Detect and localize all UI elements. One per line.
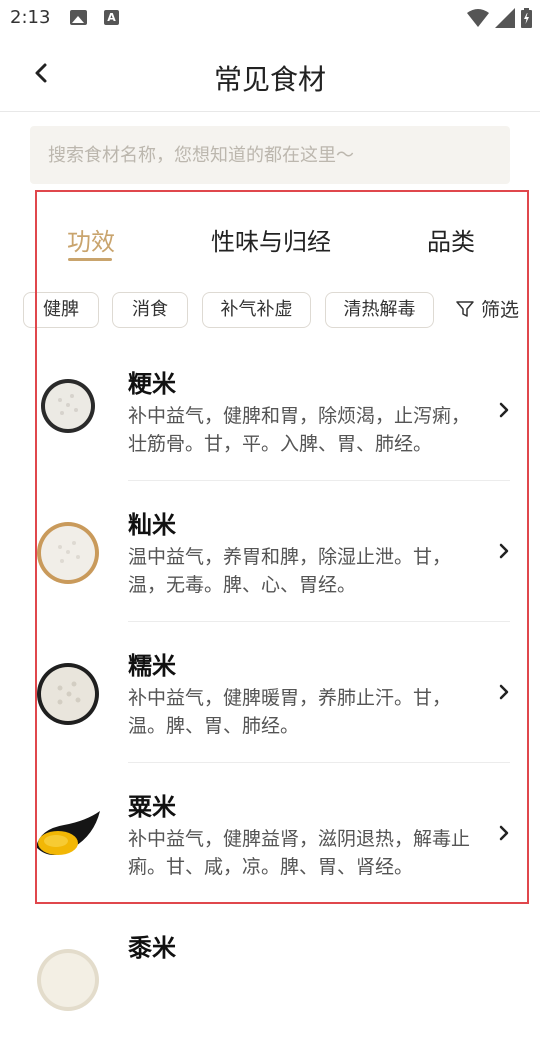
list-item[interactable]: 粟米 补中益气，健脾益肾，滋阴退热，解毒止痢。甘、咸，凉。脾、胃、肾经。 bbox=[0, 763, 540, 904]
chip-jianpi[interactable]: 健脾 bbox=[23, 292, 99, 328]
chip-buqi-buxu[interactable]: 补气补虚 bbox=[202, 292, 311, 328]
rice-plate-image bbox=[37, 522, 99, 584]
list-item[interactable]: 粳米 补中益气，健脾和胃，除烦渴，止泻痢，壮筋骨。甘，平。入脾、胃、肺经。 bbox=[0, 340, 540, 481]
millet-spoon-image bbox=[36, 811, 100, 855]
chevron-right-icon bbox=[499, 825, 509, 841]
header: 常见食材 bbox=[0, 38, 540, 112]
cellular-signal-icon bbox=[495, 8, 515, 28]
filter-chips: 健脾 消食 补气补虚 清热解毒 筛选 bbox=[0, 292, 540, 330]
list-item[interactable]: 糯米 补中益气，健脾暖胃，养肺止汗。甘，温。脾、胃、肺经。 bbox=[0, 622, 540, 763]
item-name: 糯米 bbox=[128, 652, 176, 680]
chip-qingre-jiedu[interactable]: 清热解毒 bbox=[325, 292, 434, 328]
status-bar: 2:13 A bbox=[0, 0, 540, 38]
app-notification-icon: A bbox=[104, 10, 119, 25]
item-desc: 补中益气，健脾益肾，滋阴退热，解毒止痢。甘、咸，凉。脾、胃、肾经。 bbox=[128, 828, 471, 878]
rice-bowl-image bbox=[41, 379, 95, 433]
list-item[interactable]: 黍米 bbox=[0, 904, 540, 1045]
list-item[interactable]: 籼米 温中益气，养胃和脾，除湿止泄。甘，温，无毒。脾、心、胃经。 bbox=[0, 481, 540, 622]
chevron-right-icon bbox=[499, 402, 509, 418]
search-input[interactable] bbox=[30, 126, 510, 184]
broomcorn-millet-image bbox=[37, 949, 99, 1011]
filter-label: 筛选 bbox=[481, 299, 520, 321]
gallery-notification-icon bbox=[70, 10, 87, 25]
item-name: 粳米 bbox=[128, 370, 176, 398]
battery-icon bbox=[521, 8, 532, 28]
tab-efficacy[interactable]: 功效 bbox=[67, 222, 115, 257]
chevron-right-icon bbox=[499, 543, 509, 559]
item-name: 粟米 bbox=[128, 793, 176, 821]
active-tab-indicator bbox=[68, 258, 112, 261]
item-desc: 温中益气，养胃和脾，除湿止泄。甘，温，无毒。脾、心、胃经。 bbox=[128, 546, 452, 596]
wifi-icon bbox=[467, 9, 489, 27]
glutinous-rice-bowl-image bbox=[37, 663, 99, 725]
filter-funnel-icon bbox=[456, 301, 474, 317]
status-time: 2:13 bbox=[10, 7, 51, 28]
chip-xiaoshi[interactable]: 消食 bbox=[112, 292, 188, 328]
item-name: 籼米 bbox=[128, 511, 176, 539]
tab-category[interactable]: 品类 bbox=[427, 222, 475, 257]
chevron-right-icon bbox=[499, 684, 509, 700]
tab-nature-meridian[interactable]: 性味与归经 bbox=[211, 222, 331, 257]
item-desc: 补中益气，健脾暖胃，养肺止汗。甘，温。脾、胃、肺经。 bbox=[128, 687, 452, 737]
item-desc: 补中益气，健脾和胃，除烦渴，止泻痢，壮筋骨。甘，平。入脾、胃、肺经。 bbox=[128, 405, 471, 455]
page-title: 常见食材 bbox=[213, 63, 326, 96]
filter-button[interactable]: 筛选 bbox=[455, 292, 519, 328]
tab-bar: 功效 性味与归经 品类 bbox=[37, 222, 527, 267]
item-name: 黍米 bbox=[128, 934, 176, 962]
